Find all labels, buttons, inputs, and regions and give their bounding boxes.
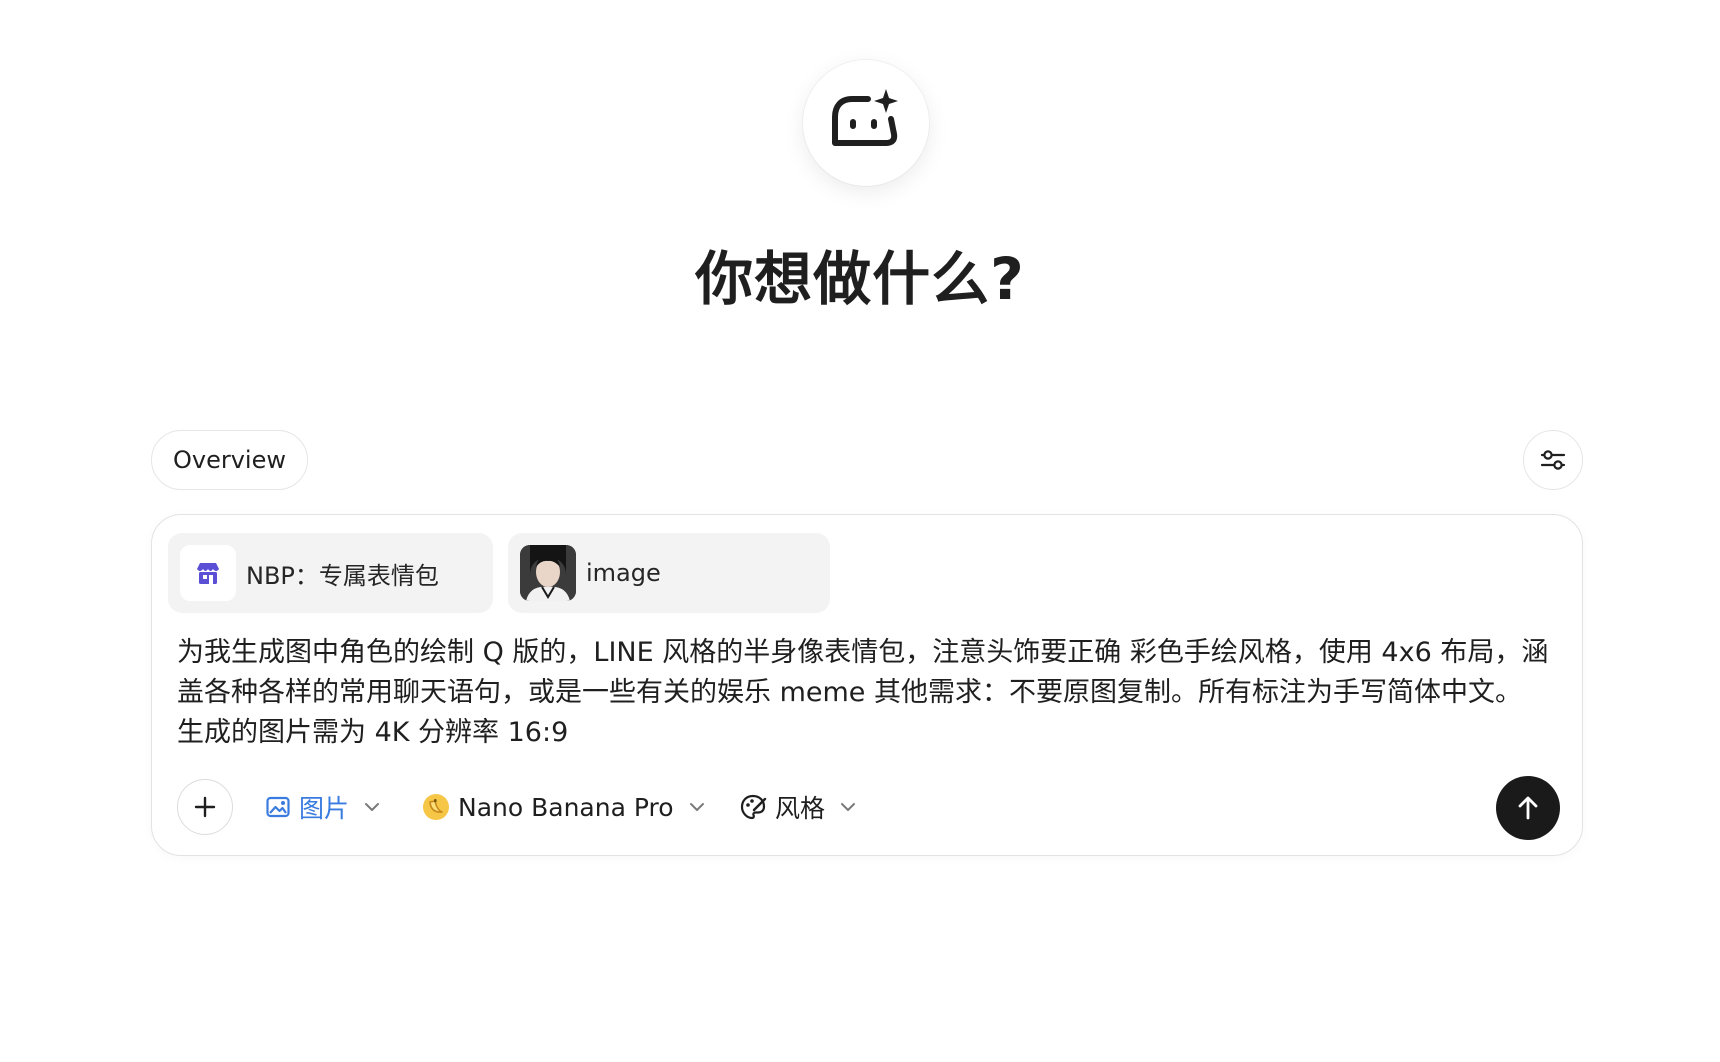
plus-icon [194, 796, 216, 818]
image-icon [266, 796, 290, 818]
composer-toolbar: 图片 Nano Banana Pro 风格 [152, 776, 1582, 840]
attachment-chip-template[interactable]: NBP：专属表情包 [168, 533, 493, 613]
attachment-label: NBP：专属表情包 [246, 561, 439, 590]
palette-icon [740, 794, 767, 820]
chevron-down-icon [363, 798, 381, 816]
model-label: Nano Banana Pro [458, 792, 674, 822]
prompt-input[interactable]: 为我生成图中角色的绘制 Q 版的，LINE 风格的半身像表情包，注意头饰要正确 … [177, 633, 1557, 753]
style-dropdown[interactable]: 风格 [739, 777, 857, 837]
send-button[interactable] [1496, 776, 1560, 840]
tab-overview[interactable]: Overview [151, 430, 308, 490]
model-dropdown[interactable]: Nano Banana Pro [422, 777, 706, 837]
arrow-up-icon [1518, 796, 1538, 820]
style-label: 风格 [775, 794, 826, 823]
store-icon [180, 545, 236, 601]
page-title: 你想做什么? [695, 245, 1025, 313]
app-logo [803, 60, 929, 186]
sliders-icon [1540, 450, 1566, 470]
settings-button[interactable] [1523, 430, 1583, 490]
banana-icon [423, 794, 449, 820]
bot-sparkle-icon [832, 89, 898, 146]
attachment-chip-image[interactable]: image [508, 533, 830, 613]
image-thumbnail [520, 545, 576, 601]
page: 你想做什么? Overview NBP：专属表情包 image 为我生成图中角色… [0, 0, 1720, 1062]
add-attachment-button[interactable] [177, 779, 233, 835]
output-type-dropdown[interactable]: 图片 [265, 777, 381, 837]
chevron-down-icon [839, 798, 857, 816]
chevron-down-icon [688, 798, 706, 816]
output-type-label: 图片 [299, 794, 350, 823]
attachment-label: image [586, 559, 661, 587]
prompt-composer: NBP：专属表情包 image 为我生成图中角色的绘制 Q 版的，LINE 风格… [151, 514, 1583, 856]
